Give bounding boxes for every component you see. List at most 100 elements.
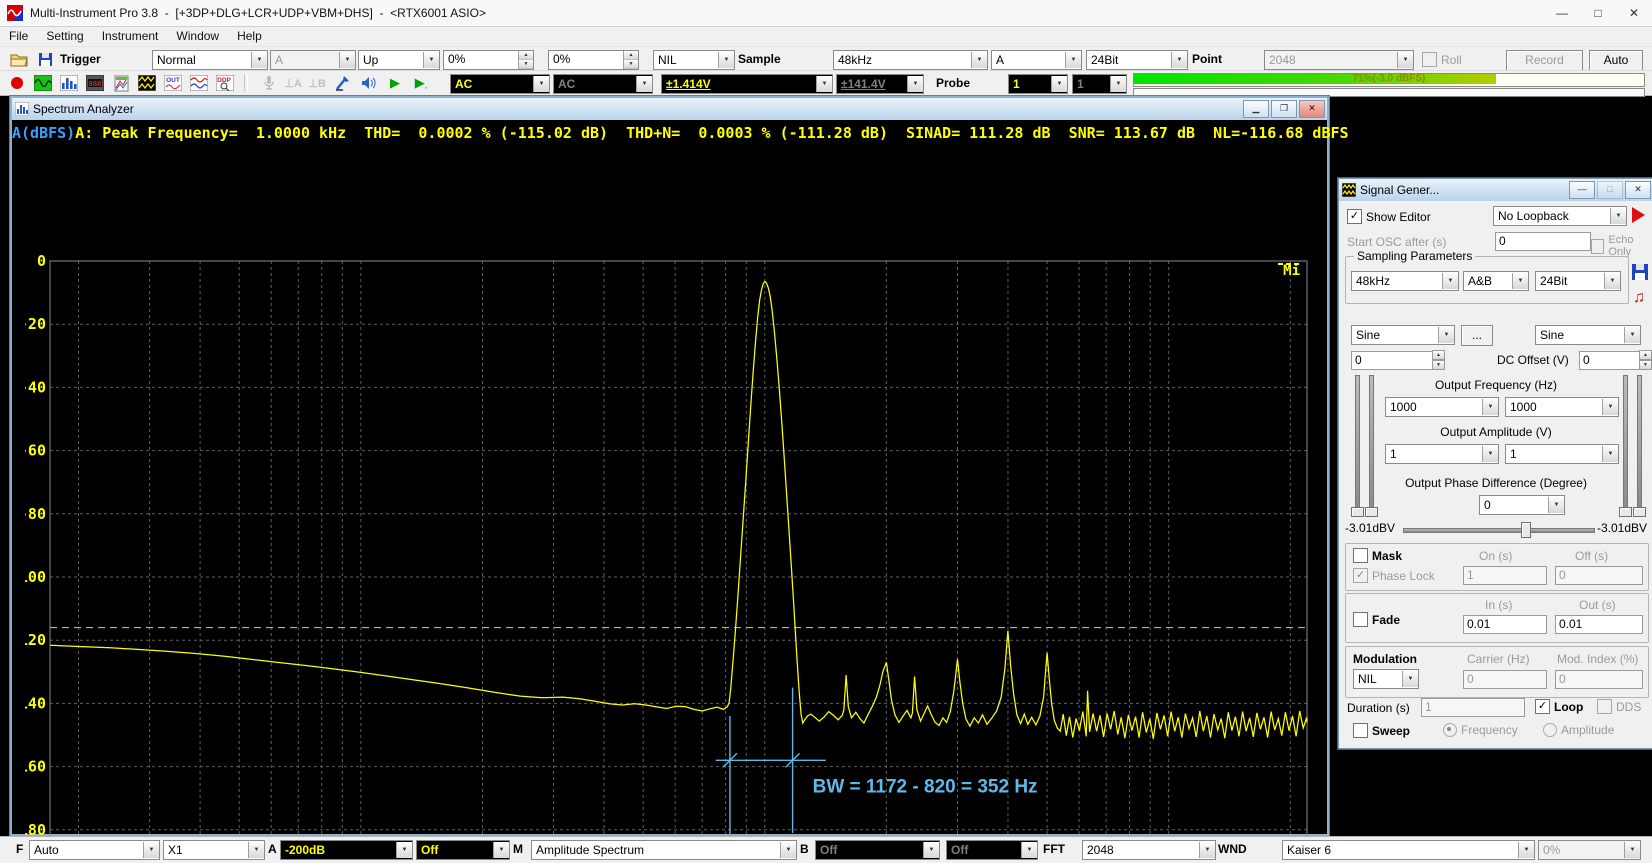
display-mode-combo[interactable]: Amplitude Spectrum▼ (531, 840, 797, 860)
chevron-down-icon[interactable]: ▼ (533, 76, 549, 92)
multimeter-icon[interactable]: 888 (84, 73, 106, 93)
oscilloscope-record-icon[interactable] (6, 73, 28, 93)
sg-channels-combo[interactable]: A&B▼ (1463, 271, 1529, 291)
chevron-down-icon[interactable]: ▼ (493, 842, 509, 858)
chevron-down-icon[interactable]: ▼ (816, 76, 832, 92)
loopback-combo[interactable]: No Loopback▼ (1493, 206, 1627, 226)
waveform-more-button[interactable]: ... (1461, 325, 1493, 346)
run-loop-icon[interactable]: ▶◦ (410, 73, 432, 93)
frequency-range-combo[interactable]: Auto▼ (29, 840, 160, 860)
trigger-mode-combo[interactable]: Normal▼ (152, 50, 268, 70)
coupling-a-combo[interactable]: AC▼ (450, 74, 550, 94)
maximize-button[interactable]: □ (1580, 0, 1616, 26)
chevron-down-icon[interactable]: ▼ (396, 842, 412, 858)
dc-offset-b-spinner[interactable]: ▲▼ (1639, 350, 1652, 369)
menu-file[interactable]: File (0, 27, 37, 45)
siggen-run-button[interactable] (1632, 207, 1645, 223)
persistence-a-combo[interactable]: Off▼ (416, 840, 510, 860)
chevron-down-icon[interactable]: ▼ (248, 842, 264, 858)
chevron-down-icon[interactable]: ▼ (1518, 842, 1534, 858)
minimize-button[interactable]: — (1544, 0, 1580, 26)
spinner-arrows[interactable]: ▲▼ (518, 51, 533, 69)
spectrum-minimize-button[interactable]: ▁ (1243, 100, 1269, 118)
spectrum-plot[interactable]: 0-20-40-60-80-100-120-140-160-180-200205… (25, 244, 1334, 863)
balance-slider-handle[interactable] (1521, 522, 1531, 538)
fft-size-combo[interactable]: 2048▼ (1082, 840, 1216, 860)
amplitude-slider-a-right[interactable] (1369, 375, 1374, 517)
oscilloscope-icon[interactable] (32, 73, 54, 93)
balance-slider[interactable] (1403, 528, 1595, 533)
slider-handle[interactable] (1619, 507, 1632, 517)
chevron-down-icon[interactable]: ▼ (251, 52, 267, 68)
siggen-maximize-button[interactable]: □ (1597, 181, 1623, 199)
probe-calibration-icon[interactable] (332, 73, 354, 93)
show-editor-checkbox[interactable]: ✓Show Editor (1347, 209, 1431, 224)
chevron-down-icon[interactable]: ▼ (780, 842, 796, 858)
chevron-down-icon[interactable]: ▼ (423, 52, 439, 68)
sampling-rate-combo[interactable]: 48kHz▼ (833, 50, 988, 70)
music-note-icon[interactable]: ♫ (1633, 289, 1645, 307)
chevron-down-icon[interactable]: ▼ (1065, 52, 1081, 68)
waveform-a-combo[interactable]: Sine▼ (1351, 325, 1455, 345)
range-low-a-combo[interactable]: -200dB▼ (280, 840, 413, 860)
slider-handle[interactable] (1633, 507, 1646, 517)
dc-offset-a-input[interactable]: 0 (1351, 351, 1433, 370)
fade-out-input[interactable]: 0.01 (1555, 615, 1643, 634)
menu-instrument[interactable]: Instrument (93, 27, 168, 45)
trigger-frequency-combo[interactable]: NIL▼ (653, 50, 735, 70)
sampling-bits-combo[interactable]: 24Bit▼ (1086, 50, 1188, 70)
spectrum-analyzer-icon[interactable] (58, 73, 80, 93)
fade-checkbox[interactable]: Fade (1353, 612, 1400, 627)
dc-offset-b-input[interactable]: 0 (1579, 351, 1643, 370)
open-file-icon[interactable] (8, 49, 30, 69)
window-function-combo[interactable]: Kaiser 6▼ (1282, 840, 1535, 860)
chevron-down-icon[interactable]: ▼ (1199, 842, 1215, 858)
amplitude-slider-a-left[interactable] (1355, 375, 1360, 517)
phase-combo[interactable]: 0▼ (1479, 495, 1565, 515)
frequency-a-combo[interactable]: 1000▼ (1385, 397, 1499, 417)
menu-setting[interactable]: Setting (37, 27, 92, 45)
siggen-minimize-button[interactable]: — (1569, 181, 1595, 199)
slider-handle[interactable] (1365, 507, 1378, 517)
siggen-close-button[interactable]: ✕ (1625, 181, 1651, 199)
fade-in-input[interactable]: 0.01 (1463, 615, 1547, 634)
amplitude-slider-b-right[interactable] (1637, 375, 1642, 517)
signal-generator-titlebar[interactable]: Signal Gener... — □ ✕ (1339, 179, 1652, 201)
run-icon[interactable]: ▶ (384, 73, 406, 93)
trigger-edge-combo[interactable]: Up▼ (358, 50, 440, 70)
data-logger-icon[interactable]: OUT (162, 73, 184, 93)
spectrum-3d-plot-icon[interactable] (110, 73, 132, 93)
chevron-down-icon[interactable]: ▼ (1051, 76, 1067, 92)
save-file-icon[interactable] (34, 49, 56, 69)
save-signal-icon[interactable] (1631, 263, 1649, 281)
chevron-down-icon[interactable]: ▼ (143, 842, 159, 858)
spectrogram-icon[interactable] (188, 73, 210, 93)
spinner-arrows[interactable]: ▲▼ (623, 51, 638, 69)
probe-a-combo[interactable]: 1▼ (1008, 74, 1068, 94)
signal-generator-icon[interactable] (136, 73, 158, 93)
chevron-down-icon[interactable]: ▼ (718, 52, 734, 68)
mask-checkbox[interactable]: Mask (1353, 548, 1402, 563)
menu-help[interactable]: Help (228, 27, 271, 45)
amplitude-a-combo[interactable]: 1▼ (1385, 444, 1499, 464)
close-button[interactable]: ✕ (1616, 0, 1652, 26)
trigger-level-spin[interactable]: 0%▲▼ (443, 50, 534, 70)
sg-rate-combo[interactable]: 48kHz▼ (1351, 271, 1459, 291)
spectrum-restore-button[interactable]: ❐ (1271, 100, 1297, 118)
dc-offset-a-spinner[interactable]: ▲▼ (1432, 350, 1445, 369)
start-osc-input[interactable]: 0 (1495, 232, 1591, 251)
auto-button[interactable]: Auto (1589, 50, 1643, 71)
spectrum-close-button[interactable]: ✕ (1299, 100, 1325, 118)
frequency-b-combo[interactable]: 1000▼ (1505, 397, 1619, 417)
ddp-viewer-icon[interactable]: DDP (214, 73, 236, 93)
amplitude-slider-b-left[interactable] (1623, 375, 1628, 517)
trigger-delay-spin[interactable]: 0%▲▼ (548, 50, 639, 70)
amplitude-b-combo[interactable]: 1▼ (1505, 444, 1619, 464)
waveform-b-combo[interactable]: Sine▼ (1535, 325, 1641, 345)
spectrum-window-titlebar[interactable]: Spectrum Analyzer ▁ ❐ ✕ (12, 98, 1327, 120)
sg-bits-combo[interactable]: 24Bit▼ (1535, 271, 1621, 291)
range-a-combo[interactable]: ±1.414V▼ (661, 74, 833, 94)
chevron-down-icon[interactable]: ▼ (971, 52, 987, 68)
sweep-checkbox[interactable]: Sweep (1353, 723, 1410, 738)
speaker-icon[interactable] (358, 73, 380, 93)
